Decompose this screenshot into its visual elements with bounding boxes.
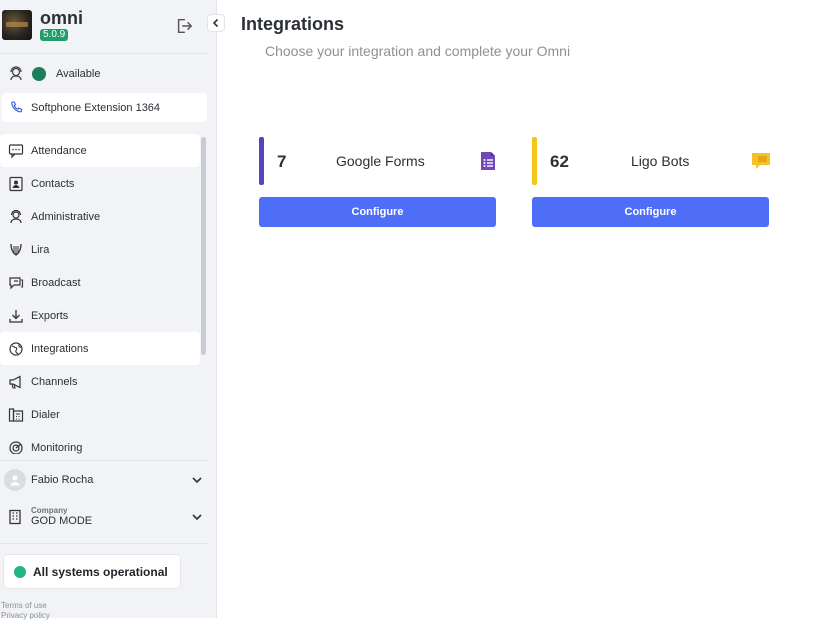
configure-button[interactable]: Configure bbox=[259, 197, 496, 227]
building-icon bbox=[9, 509, 21, 525]
logout-icon[interactable] bbox=[175, 17, 193, 35]
support-agent-icon bbox=[8, 209, 24, 225]
nav-item-exports[interactable]: Exports bbox=[0, 299, 200, 332]
radar-icon bbox=[8, 440, 24, 454]
contact-card-icon bbox=[8, 176, 24, 192]
company-menu[interactable]: Company GOD MODE bbox=[4, 504, 207, 530]
nav-label: Channels bbox=[31, 375, 78, 388]
app-logo bbox=[2, 10, 32, 40]
sidebar: omni 5.0.9 Available Softphone Extension… bbox=[0, 0, 225, 620]
nav-label: Lira bbox=[31, 243, 50, 256]
nav-item-dialer[interactable]: Dialer bbox=[0, 398, 200, 431]
integration-name: Google Forms bbox=[336, 153, 425, 169]
status-dot bbox=[14, 565, 26, 578]
status-label: Available bbox=[56, 68, 101, 80]
agent-status[interactable]: Available bbox=[8, 64, 208, 84]
accent-bar bbox=[532, 137, 537, 185]
globe-icon bbox=[8, 341, 24, 357]
nav-label: Broadcast bbox=[31, 276, 81, 289]
collapse-sidebar-button[interactable] bbox=[207, 14, 225, 32]
accent-bar bbox=[259, 137, 264, 185]
card-header: 62 Ligo Bots bbox=[532, 137, 770, 185]
integration-card-google-forms: 7 Google Forms Configure bbox=[259, 137, 497, 227]
nav-label: Monitoring bbox=[31, 441, 83, 454]
chat-icon bbox=[8, 143, 24, 159]
divider bbox=[0, 53, 208, 54]
softphone-extension[interactable]: Softphone Extension 1364 bbox=[2, 93, 207, 122]
support-agent-icon bbox=[10, 66, 22, 81]
broadcast-chat-icon bbox=[8, 275, 24, 291]
user-menu[interactable]: Fabio Rocha bbox=[4, 468, 207, 492]
nav-item-contacts[interactable]: Contacts bbox=[0, 167, 200, 200]
main-nav: Attendance Contacts Administrative Lira … bbox=[0, 134, 200, 454]
page-title: Integrations bbox=[241, 14, 345, 34]
integration-card-ligo-bots: 62 Ligo Bots Configure bbox=[532, 137, 770, 227]
user-name: Fabio Rocha bbox=[31, 474, 94, 486]
user-icon bbox=[10, 475, 20, 486]
nav-item-administrative[interactable]: Administrative bbox=[0, 200, 200, 233]
configure-button[interactable]: Configure bbox=[532, 197, 769, 227]
company-caption: Company bbox=[31, 506, 68, 515]
nav-item-broadcast[interactable]: Broadcast bbox=[0, 266, 200, 299]
chevron-down-icon bbox=[192, 514, 202, 521]
app-name: omni bbox=[40, 8, 83, 28]
nav-label: Integrations bbox=[31, 342, 89, 355]
nav-label: Administrative bbox=[31, 210, 101, 223]
nav-label: Contacts bbox=[31, 177, 75, 190]
lyre-icon bbox=[8, 242, 24, 258]
company-text: Company GOD MODE bbox=[31, 506, 191, 528]
nav-label: Dialer bbox=[31, 408, 60, 421]
system-status-badge[interactable]: All systems operational bbox=[3, 554, 181, 589]
sidebar-scrollbar[interactable] bbox=[201, 137, 206, 355]
nav-item-integrations[interactable]: Integrations bbox=[0, 332, 200, 365]
chat-bubble-icon bbox=[752, 153, 770, 169]
nav-item-channels[interactable]: Channels bbox=[0, 365, 200, 398]
nav-item-attendance[interactable]: Attendance bbox=[0, 134, 200, 167]
softphone-label: Softphone Extension 1364 bbox=[31, 101, 161, 114]
system-status-label: All systems operational bbox=[33, 564, 168, 579]
nav-item-lira[interactable]: Lira bbox=[0, 233, 200, 266]
company-name: GOD MODE bbox=[31, 515, 93, 527]
page-subtitle: Choose your integration and complete you… bbox=[265, 43, 571, 59]
divider bbox=[0, 543, 208, 544]
version-badge: 5.0.9 bbox=[40, 29, 69, 41]
brand: omni 5.0.9 bbox=[0, 8, 217, 48]
avatar bbox=[4, 469, 26, 491]
terms-link[interactable]: Terms of use bbox=[1, 601, 47, 610]
google-forms-icon bbox=[481, 152, 495, 170]
status-dot bbox=[32, 67, 46, 81]
divider bbox=[0, 460, 208, 461]
integration-count: 7 bbox=[277, 152, 287, 171]
card-header: 7 Google Forms bbox=[259, 137, 497, 185]
phone-icon bbox=[11, 101, 23, 113]
chevron-left-icon bbox=[212, 18, 219, 28]
chevron-down-icon bbox=[192, 477, 202, 484]
megaphone-icon bbox=[8, 374, 24, 390]
download-icon bbox=[8, 308, 24, 324]
privacy-link[interactable]: Privacy policy bbox=[1, 611, 50, 620]
integration-name: Ligo Bots bbox=[631, 153, 690, 169]
nav-label: Exports bbox=[31, 309, 69, 322]
nav-label: Attendance bbox=[31, 144, 87, 157]
fax-icon bbox=[8, 407, 24, 423]
nav-item-monitoring[interactable]: Monitoring bbox=[0, 431, 200, 454]
integration-count: 62 bbox=[550, 152, 569, 171]
